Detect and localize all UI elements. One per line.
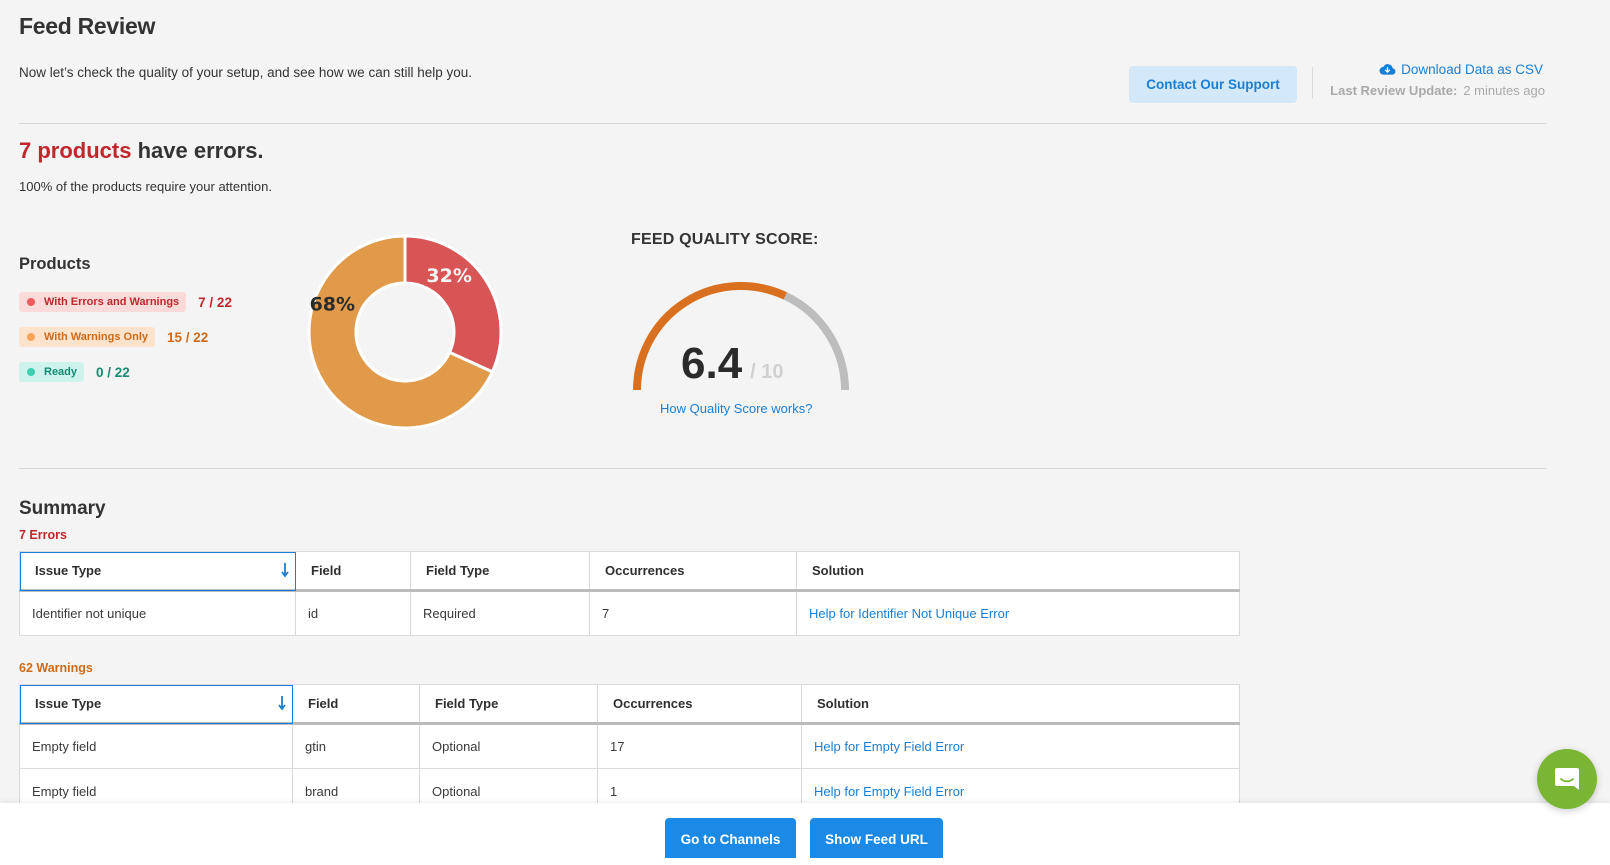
- quality-score-title: FEED QUALITY SCORE:: [631, 231, 819, 248]
- column-header-field-type[interactable]: Field Type: [410, 551, 590, 592]
- error-product-count: 7 products: [19, 138, 132, 163]
- cell-occurrences: 17: [597, 723, 802, 769]
- table-row: Empty field gtin Optional 17 Help for Em…: [19, 723, 1240, 769]
- divider: [19, 468, 1546, 469]
- warnings-count-label: 62 Warnings: [19, 661, 93, 675]
- contact-support-button[interactable]: Contact Our Support: [1129, 66, 1297, 103]
- solution-link[interactable]: Help for Identifier Not Unique Error: [809, 606, 1009, 621]
- status-dot: [27, 368, 35, 376]
- last-update-value: 2 minutes ago: [1463, 83, 1545, 98]
- status-badge-errors: With Errors and Warnings: [19, 292, 187, 312]
- legend-count: 7 / 22: [198, 294, 232, 310]
- table-header-row: Issue Type Field Field Type Occurrences …: [19, 684, 1240, 725]
- footer-action-bar: Go to Channels Show Feed URL: [0, 803, 1610, 865]
- legend-item-errors: With Errors and Warnings 7 / 22: [19, 292, 232, 312]
- status-badge-label: Ready: [44, 366, 78, 378]
- column-header-occurrences[interactable]: Occurrences: [597, 684, 802, 725]
- summary-title: Summary: [19, 498, 106, 519]
- legend-item-ready: Ready 0 / 22: [19, 362, 130, 382]
- errors-headline-subtitle: 100% of the products require your attent…: [19, 179, 272, 194]
- sort-down-icon: [278, 696, 286, 711]
- solution-link[interactable]: Help for Empty Field Error: [814, 784, 964, 799]
- chat-icon: [1555, 768, 1579, 790]
- cell-issue-type: Identifier not unique: [19, 590, 296, 636]
- column-header-solution[interactable]: Solution: [801, 684, 1240, 725]
- errors-headline: 7 products have errors.: [19, 138, 264, 164]
- legend-item-warnings: With Warnings Only 15 / 22: [19, 327, 208, 347]
- page-subtitle: Now let’s check the quality of your setu…: [19, 65, 473, 80]
- cell-occurrences: 7: [589, 590, 797, 636]
- column-header-field[interactable]: Field: [292, 684, 420, 725]
- donut-slice-0: [403, 234, 503, 374]
- cell-field-type: Required: [410, 590, 590, 636]
- last-review-update: Last Review Update: 2 minutes ago: [1330, 83, 1545, 98]
- divider: [19, 123, 1546, 124]
- donut-label-0: 32%: [426, 265, 471, 287]
- header-divider: [1312, 67, 1313, 98]
- cell-field: id: [295, 590, 411, 636]
- column-header-solution[interactable]: Solution: [796, 551, 1240, 592]
- legend-count: 15 / 22: [167, 329, 209, 345]
- table-row: Identifier not unique id Required 7 Help…: [19, 590, 1240, 636]
- quality-score-max: / 10: [750, 361, 784, 383]
- errors-count-label: 7 Errors: [19, 528, 67, 542]
- column-header-field-type[interactable]: Field Type: [419, 684, 598, 725]
- sort-down-icon: [281, 563, 289, 578]
- status-badge-label: With Warnings Only: [44, 331, 148, 343]
- quality-score-help-link[interactable]: How Quality Score works?: [660, 401, 812, 416]
- products-title: Products: [19, 255, 91, 273]
- column-header-issue-type[interactable]: Issue Type: [19, 551, 296, 592]
- quality-score-value: 6.4: [681, 339, 743, 388]
- status-dot: [27, 333, 35, 341]
- page-title: Feed Review: [19, 13, 156, 39]
- cell-solution: Help for Identifier Not Unique Error: [796, 590, 1240, 636]
- column-header-issue-type[interactable]: Issue Type: [19, 684, 293, 725]
- column-header-field[interactable]: Field: [295, 551, 411, 592]
- go-to-channels-button[interactable]: Go to Channels: [665, 818, 796, 858]
- cell-issue-type: Empty field: [19, 723, 293, 769]
- warnings-table: Issue Type Field Field Type Occurrences …: [19, 684, 1240, 814]
- last-update-label: Last Review Update:: [1330, 83, 1458, 98]
- cell-field: gtin: [292, 723, 420, 769]
- status-badge-label: With Errors and Warnings: [44, 296, 180, 308]
- errors-table: Issue Type Field Field Type Occurrences …: [19, 551, 1240, 636]
- products-donut-chart: 32% 68%: [307, 234, 503, 430]
- gauge-track: [783, 292, 849, 391]
- download-csv-label: Download Data as CSV: [1401, 62, 1543, 77]
- solution-link[interactable]: Help for Empty Field Error: [814, 739, 964, 754]
- errors-headline-rest: have errors.: [131, 138, 264, 163]
- column-header-occurrences[interactable]: Occurrences: [589, 551, 797, 592]
- status-badge-ready: Ready: [19, 362, 85, 382]
- cell-solution: Help for Empty Field Error: [801, 723, 1240, 769]
- chat-widget-button[interactable]: [1537, 749, 1597, 809]
- show-feed-url-button[interactable]: Show Feed URL: [810, 818, 943, 858]
- status-badge-warnings: With Warnings Only: [19, 327, 155, 347]
- cloud-download-icon: [1379, 64, 1396, 75]
- donut-label-1: 68%: [310, 294, 355, 316]
- cell-field-type: Optional: [419, 723, 598, 769]
- download-csv-link[interactable]: Download Data as CSV: [1379, 62, 1543, 77]
- status-dot: [27, 298, 35, 306]
- table-header-row: Issue Type Field Field Type Occurrences …: [19, 551, 1240, 592]
- legend-count: 0 / 22: [96, 364, 130, 380]
- quality-score-readout: 6.4 / 10: [681, 339, 784, 389]
